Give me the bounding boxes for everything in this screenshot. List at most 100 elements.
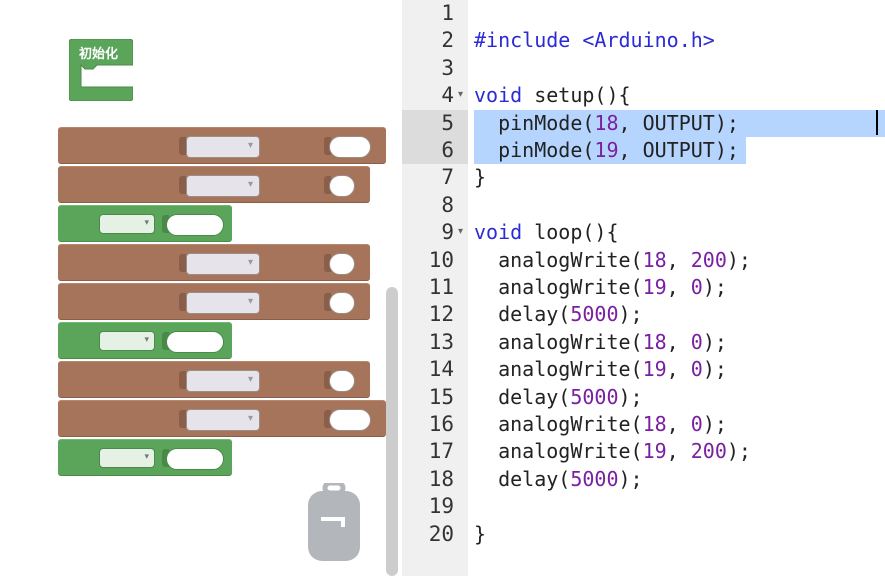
delay-value-input[interactable]	[166, 448, 224, 470]
pin-dropdown[interactable]: ▾	[186, 409, 260, 431]
time-unit-dropdown[interactable]: ▾	[99, 214, 155, 234]
value-input[interactable]	[329, 136, 371, 158]
trash-can-icon[interactable]	[308, 483, 360, 561]
number-token: 19	[642, 357, 667, 382]
code-line: void setup(){	[474, 82, 631, 109]
number-token: 0	[690, 275, 703, 299]
code-line: delay(5000);	[474, 466, 643, 493]
line-number: 10	[428, 247, 454, 272]
number-token: 19	[642, 439, 667, 464]
code-token: ,	[666, 275, 691, 299]
code-line: void loop(){	[474, 219, 619, 246]
code-line: analogWrite(18, 200);	[474, 247, 751, 274]
delay-value-input[interactable]	[166, 214, 224, 236]
number-token: 5000	[570, 384, 619, 409]
number-token: 200	[690, 247, 727, 272]
number-token: 0	[690, 412, 703, 436]
value-socket	[179, 254, 186, 272]
delay-block[interactable]: ▾	[58, 205, 232, 242]
line-number: 15	[428, 384, 454, 409]
line-number: 14	[428, 357, 454, 382]
code-token: , OUTPUT);	[618, 110, 739, 135]
fold-arrow-icon[interactable]: ▾	[458, 226, 463, 237]
code-token: );	[726, 439, 751, 464]
code-token: delay(	[474, 302, 571, 327]
line-number: 7	[441, 165, 454, 190]
number-token: 19	[642, 275, 667, 299]
code-line: }	[474, 521, 486, 548]
code-line: analogWrite(19, 0);	[474, 274, 727, 301]
analog-write-block[interactable]: ▾	[58, 283, 370, 320]
pin-dropdown[interactable]: ▾	[186, 253, 260, 275]
code-token: , OUTPUT);	[618, 138, 739, 162]
code-token: analogWrite(	[474, 412, 643, 436]
number-token: 0	[690, 357, 703, 382]
code-editor[interactable]: 1 2 3 4 5 6 7 8 9 10 11 12 13 14 15 16 17 18 19 20 ▾ ▾ #inclu…	[402, 0, 885, 576]
number-token: 5000	[570, 302, 619, 327]
delay-block[interactable]: ▾	[58, 322, 232, 359]
code-token: );	[702, 329, 727, 354]
code-token: );	[702, 357, 727, 382]
analog-write-block[interactable]: ▾	[58, 244, 370, 281]
workspace-scrollbar[interactable]	[386, 287, 398, 576]
code-token: }	[474, 165, 487, 190]
line-number: 2	[441, 28, 454, 53]
code-token: analogWrite(	[474, 275, 643, 299]
keyword-token: void	[474, 220, 523, 245]
code-token: );	[702, 275, 727, 299]
code-token: setup(){	[522, 83, 631, 108]
line-number: 8	[441, 192, 454, 217]
code-token: pinMode(	[474, 138, 595, 162]
number-token: 18	[642, 329, 667, 354]
analog-write-block[interactable]: ▾	[58, 127, 386, 164]
code-token: delay(	[474, 384, 571, 409]
line-number: 13	[428, 329, 454, 354]
analog-write-block[interactable]: ▾	[58, 400, 386, 437]
chevron-down-icon: ▾	[144, 335, 149, 345]
time-unit-dropdown[interactable]: ▾	[99, 448, 155, 468]
value-input[interactable]	[329, 175, 355, 197]
value-input[interactable]	[329, 370, 355, 392]
code-token: ,	[666, 412, 691, 436]
value-socket	[179, 371, 186, 389]
time-unit-dropdown[interactable]: ▾	[99, 331, 155, 351]
pin-dropdown[interactable]: ▾	[186, 175, 260, 197]
code-token: );	[618, 466, 643, 491]
value-input[interactable]	[329, 253, 355, 275]
code-token: loop(){	[522, 220, 619, 245]
blockly-workspace[interactable]: 初始化 ▾ ▾ ▾ ▾ ▾ ▾ ▾ ▾ ▾	[0, 0, 402, 576]
code-token: analogWrite(	[474, 247, 643, 272]
code-token: ,	[666, 247, 691, 272]
delay-block[interactable]: ▾	[58, 439, 232, 476]
pin-dropdown[interactable]: ▾	[186, 370, 260, 392]
code-line: analogWrite(19, 0);	[474, 356, 727, 383]
pin-dropdown[interactable]: ▾	[186, 292, 260, 314]
text-cursor	[876, 110, 878, 135]
analog-write-block[interactable]: ▾	[58, 166, 370, 203]
fold-arrow-icon[interactable]: ▾	[458, 89, 463, 100]
line-number: 9	[441, 220, 454, 245]
line-number: 16	[428, 412, 454, 436]
code-token: analogWrite(	[474, 439, 643, 464]
number-token: 0	[690, 329, 703, 354]
code-line: analogWrite(18, 0);	[474, 411, 727, 438]
line-number: 4	[441, 83, 454, 108]
chevron-down-icon: ▾	[247, 374, 253, 385]
setup-hat-label: 初始化	[79, 47, 119, 62]
line-number: 1	[441, 1, 454, 25]
value-input[interactable]	[329, 409, 371, 431]
line-number: 6	[441, 138, 454, 162]
value-input[interactable]	[329, 292, 355, 314]
chevron-down-icon: ▾	[247, 296, 253, 307]
analog-write-block[interactable]: ▾	[58, 361, 370, 398]
code-line: analogWrite(18, 0);	[474, 329, 727, 356]
number-token: 18	[594, 110, 619, 135]
number-token: 19	[594, 138, 619, 162]
code-line: }	[474, 164, 486, 191]
pin-dropdown[interactable]: ▾	[186, 136, 260, 158]
code-line: delay(5000);	[474, 384, 643, 411]
code-line: #include <Arduino.h>	[474, 27, 715, 54]
chevron-down-icon: ▾	[247, 179, 253, 190]
code-token: );	[726, 247, 751, 272]
delay-value-input[interactable]	[166, 331, 224, 353]
